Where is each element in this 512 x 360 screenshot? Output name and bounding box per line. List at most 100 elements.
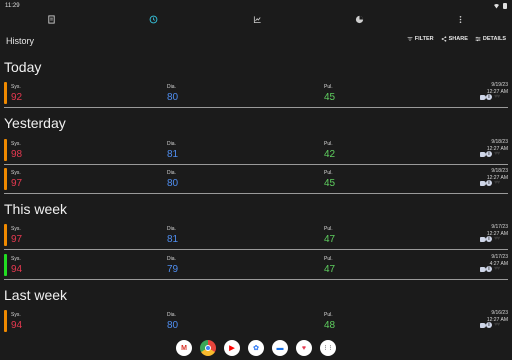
favorite-icon[interactable]: ♥♥	[494, 236, 506, 242]
more-vert-icon	[459, 15, 461, 23]
tune-icon	[475, 36, 481, 42]
status-bar-indicator	[4, 224, 7, 246]
info-icon[interactable]: i	[486, 236, 492, 242]
reading-date: 9/18/23	[491, 168, 508, 174]
overflow-menu-button[interactable]	[453, 12, 467, 26]
history-toolbar: History FILTER SHARE DETAILS	[0, 30, 512, 50]
divider	[4, 164, 508, 165]
divider	[4, 279, 508, 280]
section-title-today: Today	[4, 59, 42, 75]
tab-history[interactable]	[146, 12, 160, 26]
share-label: SHARE	[448, 36, 468, 42]
info-icon[interactable]: i	[486, 94, 492, 100]
tab-chart[interactable]	[250, 12, 264, 26]
pul-label: Pul.	[324, 256, 333, 262]
tab-notepad[interactable]	[44, 12, 58, 26]
pul-value: 42	[324, 149, 336, 160]
reading-row[interactable]: Sys. 94 Dia. 79 Pul. 47 9/17/23 4:27 AM i…	[4, 252, 508, 278]
status-bar-indicator	[4, 82, 7, 104]
pul-value: 45	[324, 178, 336, 189]
reading-row[interactable]: Sys. 92 Dia. 80 Pul. 45 9/19/23 12:27 AM …	[4, 80, 508, 106]
filter-label: FILTER	[414, 36, 434, 42]
section-title-this-week: This week	[4, 201, 68, 217]
dia-value: 80	[167, 178, 179, 189]
toolbar-actions: FILTER SHARE DETAILS	[407, 36, 506, 42]
section-title-yesterday: Yesterday	[4, 115, 66, 131]
filter-button[interactable]: FILTER	[407, 36, 434, 42]
pul-label: Pul.	[324, 84, 333, 90]
pul-label: Pul.	[324, 312, 333, 318]
sys-value: 92	[11, 92, 23, 103]
sys-value: 97	[11, 178, 23, 189]
reading-date: 9/18/23	[491, 139, 508, 145]
divider	[4, 107, 508, 108]
favorite-icon[interactable]: ♥♥	[494, 94, 506, 100]
info-icon[interactable]: i	[486, 266, 492, 272]
dia-value: 80	[167, 320, 179, 331]
reading-date: 9/17/23	[491, 224, 508, 230]
info-icon[interactable]: i	[486, 322, 492, 328]
youtube-icon[interactable]: ▶	[224, 340, 240, 356]
tab-bar	[0, 12, 512, 26]
info-icon[interactable]: i	[486, 151, 492, 157]
notepad-icon	[47, 14, 55, 24]
messages-icon[interactable]: ▬	[272, 340, 288, 356]
pul-label: Pul.	[324, 226, 333, 232]
sys-label: Sys.	[11, 312, 21, 318]
details-label: DETAILS	[482, 36, 506, 42]
dia-value: 80	[167, 92, 179, 103]
dia-label: Dia.	[167, 84, 176, 90]
photos-icon[interactable]: ✿	[248, 340, 264, 356]
dia-label: Dia.	[167, 256, 176, 262]
section-title-last-week: Last week	[4, 287, 68, 303]
favorite-icon[interactable]: ♥♥	[494, 151, 506, 157]
health-app-icon[interactable]: ♥	[296, 340, 312, 356]
sys-value: 94	[11, 320, 23, 331]
info-icon[interactable]: i	[486, 180, 492, 186]
reading-date: 9/19/23	[491, 82, 508, 88]
dia-value: 81	[167, 234, 179, 245]
pul-value: 45	[324, 92, 336, 103]
filter-icon	[407, 37, 413, 41]
reading-date: 9/16/23	[491, 310, 508, 316]
share-button[interactable]: SHARE	[441, 36, 468, 42]
favorite-icon[interactable]: ♥♥	[494, 180, 506, 186]
sys-label: Sys.	[11, 256, 21, 262]
status-bar-indicator	[4, 310, 7, 332]
details-button[interactable]: DETAILS	[475, 36, 506, 42]
page-title: History	[6, 36, 35, 46]
dia-label: Dia.	[167, 141, 176, 147]
dia-label: Dia.	[167, 226, 176, 232]
sys-value: 98	[11, 149, 23, 160]
gmail-icon[interactable]: M	[176, 340, 192, 356]
clock-icon	[149, 15, 157, 23]
battery-icon	[503, 3, 507, 9]
pul-label: Pul.	[324, 141, 333, 147]
wifi-icon	[493, 3, 500, 9]
status-bar-indicator	[4, 139, 7, 161]
tab-statistics[interactable]	[352, 12, 366, 26]
reading-row[interactable]: Sys. 97 Dia. 81 Pul. 47 9/17/23 12:27 AM …	[4, 222, 508, 248]
favorite-icon[interactable]: ♥♥	[494, 266, 506, 272]
status-bar: 11:29	[0, 0, 512, 12]
sys-label: Sys.	[11, 141, 21, 147]
status-time: 11:29	[5, 3, 20, 9]
dia-value: 79	[167, 264, 179, 275]
chrome-icon[interactable]	[200, 340, 216, 356]
favorite-icon[interactable]: ♥♥	[494, 322, 506, 328]
pul-label: Pul.	[324, 170, 333, 176]
sys-label: Sys.	[11, 84, 21, 90]
reading-date: 9/17/23	[491, 254, 508, 260]
app-drawer-icon[interactable]: ⋮⋮	[320, 340, 336, 356]
sys-value: 97	[11, 234, 23, 245]
pul-value: 48	[324, 320, 336, 331]
dia-label: Dia.	[167, 312, 176, 318]
reading-row[interactable]: Sys. 98 Dia. 81 Pul. 42 9/18/23 12:27 AM …	[4, 137, 508, 163]
reading-row[interactable]: Sys. 94 Dia. 80 Pul. 48 9/16/23 12:27 AM …	[4, 308, 508, 334]
status-bar-indicator	[4, 168, 7, 190]
divider	[4, 249, 508, 250]
share-icon	[441, 36, 446, 42]
reading-row[interactable]: Sys. 97 Dia. 80 Pul. 45 9/18/23 12:27 AM …	[4, 166, 508, 192]
sys-label: Sys.	[11, 170, 21, 176]
status-icons	[493, 3, 507, 9]
